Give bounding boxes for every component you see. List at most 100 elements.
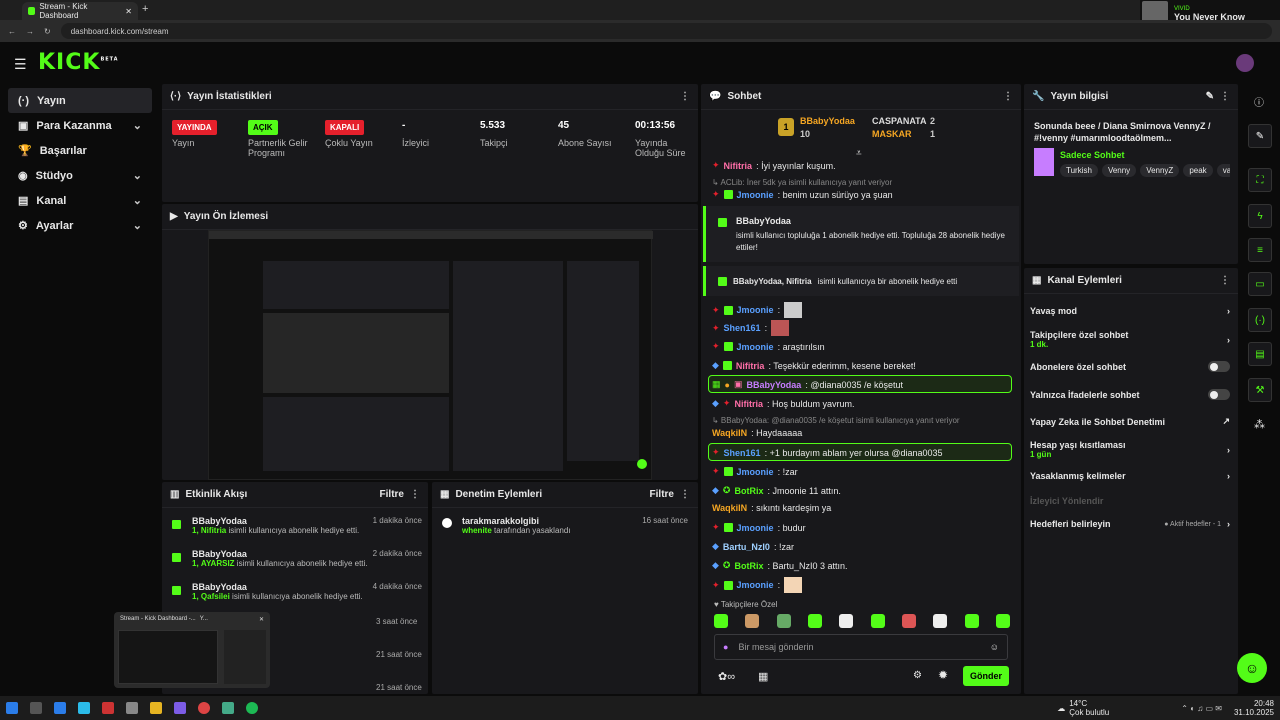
- close-icon[interactable]: ✕: [125, 7, 132, 16]
- chat-username[interactable]: Jmoonie: [737, 467, 774, 477]
- settings-icon[interactable]: ✹: [938, 668, 948, 682]
- forward-icon[interactable]: →: [26, 27, 34, 36]
- chat-username[interactable]: Jmoonie: [737, 342, 774, 352]
- edge-icon[interactable]: [78, 702, 90, 714]
- emote-only-toggle[interactable]: [1208, 389, 1230, 400]
- bolt-icon[interactable]: ϟ: [1248, 204, 1272, 228]
- action-raid[interactable]: İzleyici Yönlendir: [1030, 496, 1230, 506]
- more-icon[interactable]: ⋮: [680, 489, 690, 500]
- emote[interactable]: [964, 614, 979, 628]
- sidebar-item-yayin[interactable]: (·) Yayın: [8, 88, 152, 113]
- more-icon[interactable]: ⋮: [680, 91, 690, 102]
- filter-button[interactable]: Filtre: [380, 489, 404, 500]
- more-icon[interactable]: ⋮: [410, 489, 420, 500]
- emote[interactable]: [933, 614, 948, 628]
- edit-icon[interactable]: ✎: [1248, 124, 1272, 148]
- emote[interactable]: [901, 614, 916, 628]
- filter-button[interactable]: Filtre: [650, 489, 674, 500]
- emote[interactable]: [870, 614, 885, 628]
- chat-icon[interactable]: ▭: [1248, 272, 1272, 296]
- spotify-icon[interactable]: [246, 702, 258, 714]
- chat-username[interactable]: Jmoonie: [737, 523, 774, 533]
- info-icon[interactable]: ⓘ: [1254, 94, 1264, 109]
- close-icon[interactable]: ✕: [259, 616, 264, 623]
- app-icon[interactable]: [222, 702, 234, 714]
- send-button[interactable]: Gönder: [963, 666, 1009, 686]
- points-icon[interactable]: ✿∞: [718, 670, 735, 683]
- chat-username[interactable]: WaqkiIN: [712, 503, 747, 513]
- wrench-icon[interactable]: ⚒: [1248, 378, 1272, 402]
- url-field[interactable]: dashboard.kick.com/stream: [60, 23, 1272, 39]
- menu-icon[interactable]: ☰: [14, 56, 27, 73]
- new-tab-icon[interactable]: +: [142, 3, 148, 15]
- emote[interactable]: [776, 614, 791, 628]
- focus-icon[interactable]: ⛶: [1248, 168, 1272, 192]
- stream-preview-video[interactable]: [208, 230, 653, 480]
- chat-username[interactable]: Nifitria: [724, 161, 753, 171]
- chat-username[interactable]: BotRix: [734, 561, 763, 571]
- emote[interactable]: [807, 614, 822, 628]
- action-ai-moderation[interactable]: Yapay Zeka ile Sohbet Denetimi ↗: [1030, 416, 1230, 427]
- chat-username[interactable]: Shen161: [724, 448, 761, 458]
- tag[interactable]: VennyZ: [1140, 164, 1180, 177]
- chat-username[interactable]: Nifitria: [736, 361, 765, 371]
- category-thumbnail[interactable]: [1034, 148, 1054, 176]
- chat-username[interactable]: Shen161: [724, 323, 761, 333]
- chat-username[interactable]: Bartu_NzI0: [723, 542, 770, 552]
- action-goals[interactable]: Hedefleri belirleyin ● Aktif hedefler - 1…: [1030, 519, 1230, 529]
- action-banned-words[interactable]: Yasaklanmış kelimeler ›: [1030, 471, 1230, 481]
- folder-icon[interactable]: [150, 702, 162, 714]
- sidebar-item-para-kazanma[interactable]: ▣ Para Kazanma ⌄: [8, 113, 152, 138]
- action-followers-only[interactable]: Takipçilere özel sohbet 1 dk. ›: [1030, 330, 1230, 349]
- emote[interactable]: [839, 614, 854, 628]
- chat-input[interactable]: ● Bir mesaj gönderin ☺: [714, 634, 1008, 660]
- app-icon[interactable]: [126, 702, 138, 714]
- gift-user[interactable]: BBabyYodaa: [736, 216, 791, 226]
- subs-only-toggle[interactable]: [1208, 361, 1230, 372]
- tag[interactable]: peak: [1183, 164, 1213, 177]
- tag[interactable]: va: [1216, 164, 1230, 177]
- support-button[interactable]: ☺: [1237, 653, 1267, 683]
- tag[interactable]: Turkish: [1060, 164, 1098, 177]
- sidebar-item-basarilar[interactable]: 🏆 Başarılar: [8, 138, 152, 163]
- chat-username[interactable]: Nifitria: [734, 399, 763, 409]
- chat-username[interactable]: WaqkiIN: [712, 428, 747, 438]
- apps-icon[interactable]: ⁂: [1254, 418, 1265, 431]
- taskbar-thumbnail[interactable]: Stream - Kick Dashboard -... Y... ✕: [114, 612, 270, 688]
- weather-widget[interactable]: ☁ 14°C Çok bulutlu: [1057, 699, 1109, 717]
- category-name[interactable]: Sadece Sohbet: [1060, 150, 1125, 160]
- emote[interactable]: [714, 614, 728, 628]
- app-icon[interactable]: [102, 702, 114, 714]
- chat-username[interactable]: BBabyYodaa: [746, 380, 801, 390]
- layout-icon[interactable]: ▤: [1248, 342, 1272, 366]
- browser-tab[interactable]: Stream - Kick Dashboard ✕: [22, 2, 138, 20]
- emoji-icon[interactable]: ☺: [990, 642, 999, 652]
- list-icon[interactable]: ≡: [1248, 238, 1272, 262]
- reload-icon[interactable]: ↻: [44, 27, 51, 36]
- mic-icon[interactable]: ●: [723, 642, 728, 652]
- more-icon[interactable]: ⋮: [1003, 91, 1013, 102]
- back-icon[interactable]: ←: [8, 27, 16, 36]
- collapse-icon[interactable]: ⩡: [856, 148, 862, 159]
- kick-logo[interactable]: KICKBETA: [38, 50, 119, 75]
- chat-username[interactable]: BotRix: [734, 486, 763, 496]
- emote[interactable]: [745, 614, 760, 628]
- action-slow-mode[interactable]: Yavaş mod ›: [1030, 306, 1230, 316]
- more-icon[interactable]: ⋮: [1220, 91, 1230, 102]
- more-icon[interactable]: ⋮: [1220, 275, 1230, 286]
- store-icon[interactable]: ▦: [758, 670, 768, 683]
- clock[interactable]: 20:48 31.10.2025: [1234, 699, 1274, 717]
- action-account-age[interactable]: Hesap yaşı kısıtlaması 1 gün ›: [1030, 440, 1230, 459]
- sidebar-item-kanal[interactable]: ▤ Kanal ⌄: [8, 188, 152, 213]
- broadcast-icon[interactable]: (·): [1248, 308, 1272, 332]
- chrome-icon[interactable]: [198, 702, 210, 714]
- avatar[interactable]: [1236, 54, 1254, 72]
- windows-start-icon[interactable]: [6, 702, 18, 714]
- task-view-icon[interactable]: [30, 702, 42, 714]
- sidebar-item-ayarlar[interactable]: ⚙ Ayarlar ⌄: [8, 213, 152, 238]
- gift-user[interactable]: BBabyYodaa, Nifitria: [733, 277, 812, 286]
- chat-username[interactable]: Jmoonie: [737, 580, 774, 590]
- tray-icons[interactable]: ⌃ ◐ ♫ ▭ ✉: [1181, 704, 1222, 713]
- emote[interactable]: [995, 614, 1010, 628]
- tag[interactable]: Venny: [1101, 164, 1137, 177]
